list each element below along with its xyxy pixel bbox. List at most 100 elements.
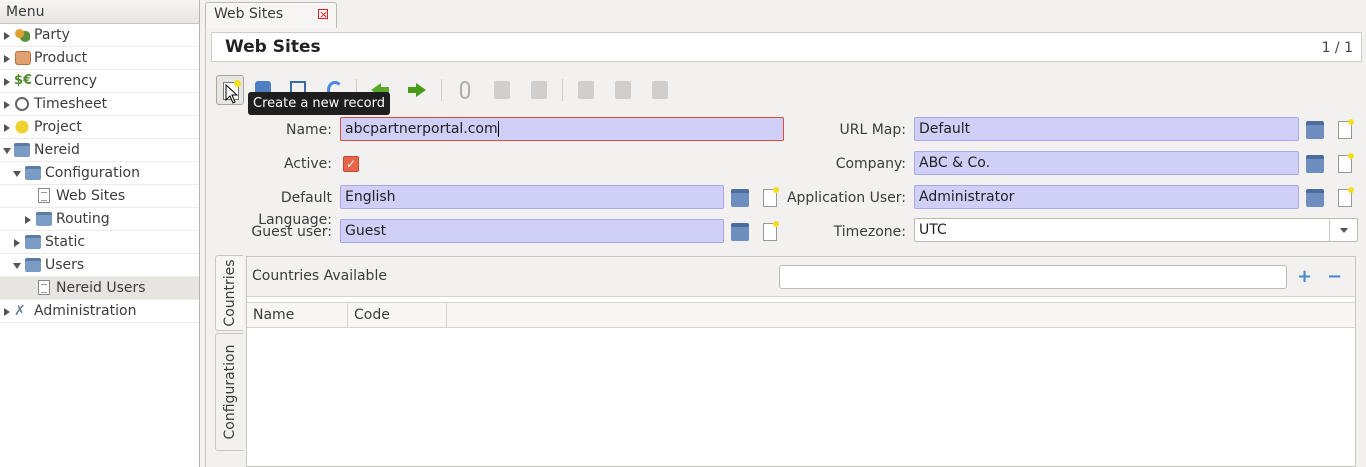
sidebar-item-nereid-users[interactable]: Nereid Users xyxy=(0,277,199,300)
application-user-label: Application User: xyxy=(786,190,906,206)
timezone-label: Timezone: xyxy=(833,224,906,240)
arrow-right-icon xyxy=(408,83,426,97)
print-button[interactable] xyxy=(646,75,674,105)
search-input[interactable] xyxy=(779,265,1287,289)
document-icon xyxy=(38,188,50,203)
sidebar-item-static[interactable]: Static xyxy=(0,231,199,254)
expand-arrow-icon[interactable] xyxy=(4,101,10,109)
folder-icon xyxy=(25,258,41,272)
tab-countries[interactable]: Countries xyxy=(215,255,243,331)
sidebar-item-label: Product xyxy=(34,50,88,66)
sidebar-item-currency[interactable]: $€ Currency xyxy=(0,70,199,93)
product-icon xyxy=(15,51,31,65)
action-button[interactable] xyxy=(488,75,516,105)
sidebar-item-label: Administration xyxy=(34,303,137,319)
email-button[interactable] xyxy=(609,75,637,105)
title-bar: Web Sites 1 / 1 xyxy=(211,32,1362,62)
sidebar-item-party[interactable]: Party xyxy=(0,24,199,47)
new-document-icon[interactable] xyxy=(1338,119,1354,139)
folder-icon xyxy=(25,166,41,180)
name-value: abcpartnerportal.com xyxy=(345,121,498,137)
sidebar-item-nereid[interactable]: Nereid xyxy=(0,139,199,162)
guest-user-value: Guest xyxy=(345,223,387,239)
tab-configuration[interactable]: Configuration xyxy=(215,333,243,451)
folder-icon xyxy=(25,235,41,249)
collapse-arrow-icon[interactable] xyxy=(3,148,11,154)
sidebar-item-administration[interactable]: ✗ Administration xyxy=(0,300,199,323)
sidebar-item-configuration[interactable]: Configuration xyxy=(0,162,199,185)
new-document-icon[interactable] xyxy=(1338,153,1354,173)
open-folder-icon[interactable] xyxy=(731,223,749,241)
expand-arrow-icon[interactable] xyxy=(4,55,10,63)
column-header-name[interactable]: Name xyxy=(247,303,348,327)
tab-label: Configuration xyxy=(221,344,238,440)
expand-arrow-icon[interactable] xyxy=(4,32,10,40)
remove-icon[interactable]: − xyxy=(1327,266,1342,287)
next-button[interactable] xyxy=(404,75,432,105)
sidebar-item-timesheet[interactable]: Timesheet xyxy=(0,93,199,116)
email-icon xyxy=(615,81,631,99)
sidebar-item-project[interactable]: Project xyxy=(0,116,199,139)
default-language-label: Default Language: xyxy=(258,190,332,228)
url-map-label: URL Map: xyxy=(839,122,907,138)
active-label: Active: xyxy=(283,156,332,172)
column-header-code[interactable]: Code xyxy=(348,303,447,327)
sidebar-item-web-sites[interactable]: Web Sites xyxy=(0,185,199,208)
guest-user-field[interactable]: Guest xyxy=(340,219,724,243)
close-icon[interactable]: × xyxy=(318,9,328,20)
chevron-down-icon[interactable] xyxy=(1329,219,1357,241)
open-folder-icon[interactable] xyxy=(731,189,749,207)
panel-header: Countries Available + − xyxy=(247,257,1355,297)
sidebar-item-label: Nereid Users xyxy=(56,280,146,296)
sidebar-item-label: Party xyxy=(34,27,70,43)
tab-label: Countries xyxy=(221,259,238,327)
relate-icon xyxy=(531,81,547,99)
sidebar-item-product[interactable]: Product xyxy=(0,47,199,70)
add-icon[interactable]: + xyxy=(1297,266,1312,287)
table-header: Name Code xyxy=(247,302,1355,328)
url-map-field[interactable]: Default xyxy=(914,117,1299,141)
application-user-field[interactable]: Administrator xyxy=(914,185,1299,209)
collapse-arrow-icon[interactable] xyxy=(13,171,21,177)
default-language-value: English xyxy=(345,189,396,205)
action-icon xyxy=(494,81,510,99)
sidebar-item-label: Web Sites xyxy=(56,188,126,204)
url-map-value: Default xyxy=(919,121,971,137)
new-document-icon[interactable] xyxy=(763,221,779,241)
default-language-field[interactable]: English xyxy=(340,185,724,209)
relate-button[interactable] xyxy=(525,75,553,105)
open-folder-icon[interactable] xyxy=(1306,121,1324,139)
tooltip: Create a new record xyxy=(248,92,390,115)
sidebar-item-label: Routing xyxy=(56,211,110,227)
attachment-button[interactable] xyxy=(451,75,479,105)
project-icon xyxy=(14,120,30,134)
expand-arrow-icon[interactable] xyxy=(25,216,31,224)
name-field[interactable]: abcpartnerportal.com xyxy=(340,117,784,141)
name-label: Name: xyxy=(285,122,332,138)
new-document-icon[interactable] xyxy=(1338,187,1354,207)
new-document-icon[interactable] xyxy=(763,187,779,207)
tab-web-sites[interactable]: Web Sites × xyxy=(205,2,337,28)
expand-arrow-icon[interactable] xyxy=(4,308,10,316)
expand-arrow-icon[interactable] xyxy=(4,78,10,86)
currency-icon: $€ xyxy=(14,73,33,88)
page-title: Web Sites xyxy=(225,37,321,57)
panel-title: Countries Available xyxy=(252,268,387,284)
report-button[interactable] xyxy=(572,75,600,105)
company-field[interactable]: ABC & Co. xyxy=(914,151,1299,175)
text-caret xyxy=(497,121,499,137)
tab-label: Web Sites xyxy=(214,6,284,22)
open-folder-icon[interactable] xyxy=(1306,155,1324,173)
application-user-value: Administrator xyxy=(919,189,1015,205)
collapse-arrow-icon[interactable] xyxy=(13,263,21,269)
expand-arrow-icon[interactable] xyxy=(4,124,10,132)
timezone-select[interactable]: UTC xyxy=(914,218,1358,242)
sidebar-item-routing[interactable]: Routing xyxy=(0,208,199,231)
sidebar-item-label: Users xyxy=(45,257,85,273)
active-checkbox[interactable]: ✓ xyxy=(343,156,359,172)
record-count: 1 / 1 xyxy=(1321,40,1353,56)
sidebar-item-users[interactable]: Users xyxy=(0,254,199,277)
open-folder-icon[interactable] xyxy=(1306,189,1324,207)
expand-arrow-icon[interactable] xyxy=(14,239,20,247)
folder-icon xyxy=(36,212,52,226)
